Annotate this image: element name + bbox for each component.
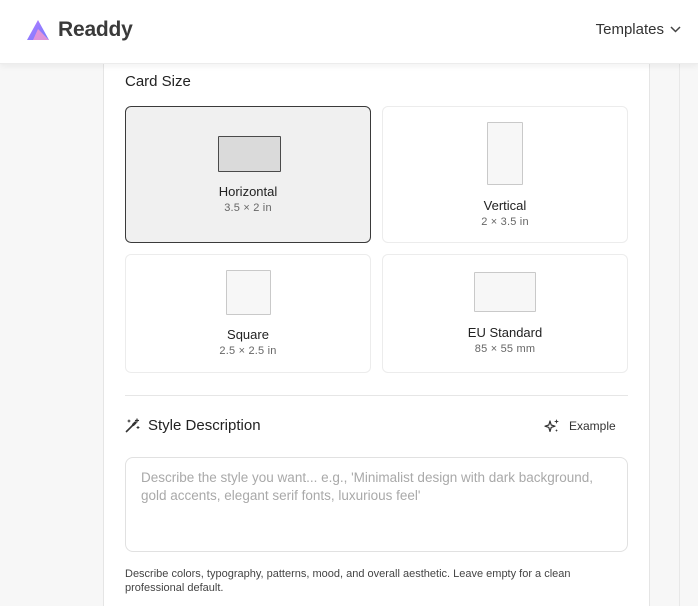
magic-wand-icon <box>125 418 140 433</box>
section-divider <box>125 395 628 396</box>
card-size-option-horizontal[interactable]: Horizontal 3.5 × 2 in <box>125 106 371 243</box>
card-size-dimensions: 3.5 × 2 in <box>224 202 272 214</box>
vertical-shape-preview <box>487 122 523 185</box>
chevron-down-icon <box>670 26 681 33</box>
card-size-dimensions: 2 × 3.5 in <box>481 216 529 228</box>
card-size-option-vertical[interactable]: Vertical 2 × 3.5 in <box>382 106 628 243</box>
style-description-input[interactable] <box>125 457 628 552</box>
card-size-label: Vertical <box>483 198 527 213</box>
card-size-dimensions: 85 × 55 mm <box>474 343 536 355</box>
brand-logo[interactable]: Readdy <box>26 18 133 42</box>
eu-standard-shape-preview <box>474 272 536 312</box>
templates-menu[interactable]: Templates <box>596 21 681 38</box>
brand-name: Readdy <box>58 18 133 41</box>
panel-edge-divider <box>679 64 680 606</box>
templates-menu-label: Templates <box>595 21 664 38</box>
example-button-label: Example <box>569 419 616 433</box>
horizontal-shape-preview <box>218 136 281 172</box>
card-size-label: Horizontal <box>218 184 278 199</box>
example-button[interactable]: Example <box>538 414 622 438</box>
card-size-label: Square <box>227 327 269 342</box>
style-description-help-text: Describe colors, typography, patterns, m… <box>125 568 571 594</box>
card-size-option-eu-standard[interactable]: EU Standard 85 × 55 mm <box>382 254 628 373</box>
sparkles-icon <box>544 419 559 432</box>
card-size-heading: Card Size <box>125 73 191 90</box>
style-description-heading: Style Description <box>148 417 261 434</box>
top-navigation-bar: Readdy Templates <box>0 0 698 64</box>
square-shape-preview <box>226 270 271 315</box>
style-description-header: Style Description <box>125 417 261 434</box>
card-size-option-square[interactable]: Square 2.5 × 2.5 in <box>125 254 371 373</box>
readdy-logo-icon <box>27 20 49 40</box>
card-size-dimensions: 2.5 × 2.5 in <box>219 345 277 357</box>
card-size-label: EU Standard <box>467 325 543 340</box>
